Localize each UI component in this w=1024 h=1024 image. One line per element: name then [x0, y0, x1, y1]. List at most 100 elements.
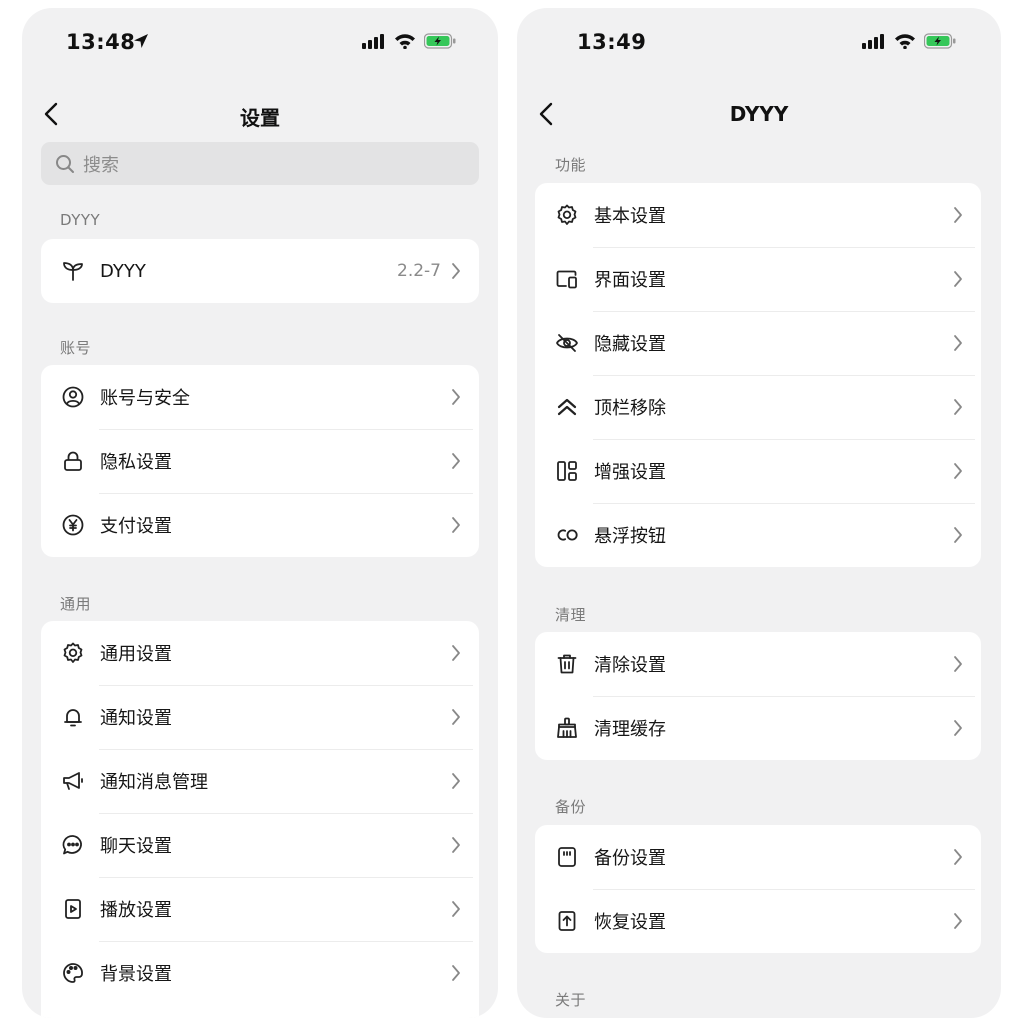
row-label: 聊天设置: [100, 836, 172, 857]
row-label: 备份设置: [594, 848, 666, 869]
section-card-dyyy: DYYY 2.2-7: [41, 239, 479, 303]
settings-screen: 13:48 设置 搜索 DYYY DYYY 2.2-7 账号 账号与安全 隐私设…: [22, 8, 498, 1018]
settings-row-account-security[interactable]: 账号与安全: [41, 365, 479, 429]
play-icon: [61, 897, 85, 921]
section-header-general: 通用: [60, 595, 92, 613]
settings-row-backup[interactable]: 备份设置: [535, 825, 981, 889]
row-label: 隐私设置: [100, 452, 172, 473]
settings-row-notification-messages[interactable]: 通知消息管理: [41, 749, 479, 813]
megaphone-icon: [61, 769, 85, 793]
page-title: DYYY: [729, 102, 789, 126]
trash-icon: [555, 652, 579, 676]
row-label: 通知设置: [100, 708, 172, 729]
row-label: 悬浮按钮: [594, 526, 666, 547]
status-bar: 13:48: [22, 8, 498, 78]
settings-row-hide[interactable]: 隐藏设置: [535, 311, 981, 375]
settings-row-chat[interactable]: 聊天设置: [41, 813, 479, 877]
row-label: 支付设置: [100, 516, 172, 537]
gear-icon: [555, 203, 579, 227]
row-label: 账号与安全: [100, 388, 190, 409]
bell-icon: [61, 705, 85, 729]
settings-row-privacy[interactable]: 隐私设置: [41, 429, 479, 493]
chevron-right-icon: [452, 837, 460, 853]
chevron-right-icon: [954, 271, 962, 287]
double-chevron-up-icon: [555, 395, 579, 419]
row-label: DYYY: [100, 260, 146, 282]
chevron-right-icon: [954, 399, 962, 415]
row-label: 通知消息管理: [100, 772, 208, 793]
chevron-right-icon: [452, 645, 460, 661]
settings-row-payment[interactable]: 支付设置: [41, 493, 479, 557]
settings-row-restore[interactable]: 恢复设置: [535, 889, 981, 953]
battery-icon: [423, 33, 456, 53]
chevron-right-icon: [452, 453, 460, 469]
settings-row-floating-button[interactable]: 悬浮按钮: [535, 503, 981, 567]
chevron-right-icon: [452, 965, 460, 981]
chevron-right-icon: [452, 901, 460, 917]
row-label: 清理缓存: [594, 719, 666, 740]
row-label: 顶栏移除: [594, 398, 666, 419]
section-header-dyyy: DYYY: [60, 211, 101, 229]
chat-bubble-icon: [61, 833, 85, 857]
chevron-right-icon: [954, 335, 962, 351]
wifi-icon: [894, 33, 916, 53]
chevron-right-icon: [954, 720, 962, 736]
version-value: 2.2-7: [397, 261, 441, 281]
page-title: 设置: [240, 106, 280, 130]
chevron-right-icon: [954, 913, 962, 929]
row-label: 播放设置: [100, 900, 172, 921]
status-time: 13:48: [66, 30, 136, 54]
broom-icon: [555, 716, 579, 740]
settings-row-basic[interactable]: 基本设置: [535, 183, 981, 247]
section-header-backup: 备份: [555, 798, 587, 816]
row-label: 界面设置: [594, 270, 666, 291]
chevron-right-icon: [954, 463, 962, 479]
section-card-backup: 备份设置 恢复设置: [535, 825, 981, 953]
co-icon: [555, 523, 579, 547]
settings-row-notification[interactable]: 通知设置: [41, 685, 479, 749]
settings-row-clear-settings[interactable]: 清除设置: [535, 632, 981, 696]
sprout-icon: [61, 259, 85, 283]
settings-row-interface[interactable]: 界面设置: [535, 247, 981, 311]
settings-row-topbar-remove[interactable]: 顶栏移除: [535, 375, 981, 439]
sd-card-icon: [555, 845, 579, 869]
chevron-right-icon: [452, 389, 460, 405]
status-icons: [362, 33, 456, 53]
search-input[interactable]: 搜索: [41, 142, 479, 185]
section-header-cleanup: 清理: [555, 606, 587, 624]
section-card-general: 通用设置 通知设置 通知消息管理 聊天设置 播放设置 背景设置: [41, 621, 479, 1018]
chevron-right-icon: [954, 656, 962, 672]
chevron-right-icon: [954, 849, 962, 865]
wifi-icon: [394, 33, 416, 53]
nav-bar: DYYY: [517, 88, 1001, 140]
row-label: 清除设置: [594, 655, 666, 676]
settings-row-dyyy[interactable]: DYYY 2.2-7: [41, 239, 479, 303]
search-placeholder: 搜索: [83, 154, 119, 176]
settings-row-background[interactable]: 背景设置: [41, 941, 479, 1005]
chevron-right-icon: [954, 207, 962, 223]
settings-row-playback[interactable]: 播放设置: [41, 877, 479, 941]
section-header-about: 关于: [555, 991, 587, 1009]
section-card-cleanup: 清除设置 清理缓存: [535, 632, 981, 760]
status-icons: [862, 33, 956, 53]
yen-icon: [61, 513, 85, 537]
upload-icon: [555, 909, 579, 933]
user-circle-icon: [61, 385, 85, 409]
row-label: 背景设置: [100, 964, 172, 985]
section-card-features: 基本设置 界面设置 隐藏设置 顶栏移除 增强设置 悬浮按钮: [535, 183, 981, 567]
settings-row-clear-cache[interactable]: 清理缓存: [535, 696, 981, 760]
section-header-account: 账号: [60, 339, 92, 357]
chevron-right-icon: [954, 527, 962, 543]
nav-bar: 设置: [22, 88, 498, 140]
eye-off-icon: [555, 331, 579, 355]
signal-icon: [862, 33, 886, 53]
status-bar: 13:49: [517, 8, 1001, 78]
settings-row-general[interactable]: 通用设置: [41, 621, 479, 685]
location-arrow-icon: [132, 32, 150, 54]
palette-icon: [61, 961, 85, 985]
settings-row-enhance[interactable]: 增强设置: [535, 439, 981, 503]
chevron-right-icon: [452, 517, 460, 533]
chevron-right-icon: [452, 773, 460, 789]
dyyy-settings-screen: 13:49 DYYY 功能 基本设置 界面设置 隐藏设置 顶栏移除 增强设置 悬…: [517, 8, 1001, 1018]
status-time: 13:49: [577, 30, 647, 54]
